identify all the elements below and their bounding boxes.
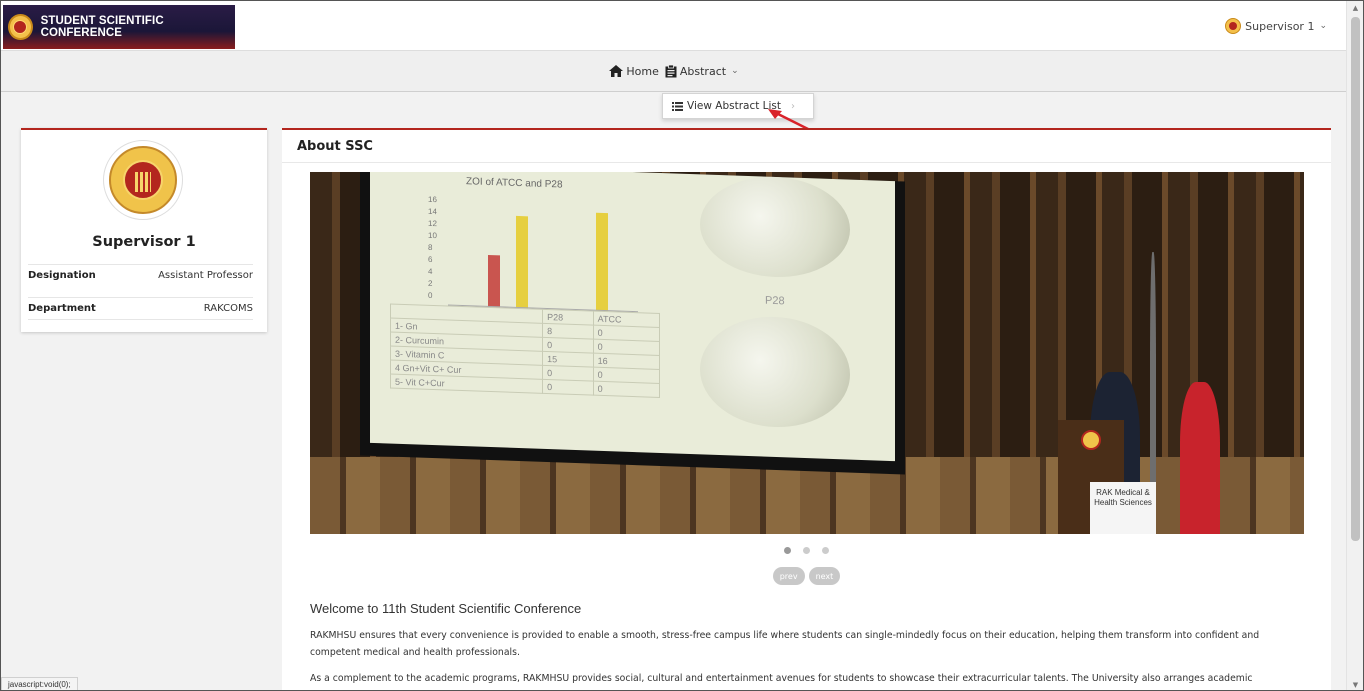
carousel-slide-image[interactable]: ZOI of ATCC and P28 16 14 12 10 8 6 4 2 …	[310, 172, 1304, 534]
y-tick: 8	[428, 242, 433, 253]
y-tick: 4	[428, 266, 433, 277]
profile-name: Supervisor 1	[92, 234, 196, 250]
scroll-up-icon[interactable]: ▲	[1347, 1, 1363, 15]
user-name: Supervisor 1	[1245, 19, 1315, 33]
petri-label: P28	[765, 294, 785, 308]
browser-viewport: STUDENT SCIENTIFIC CONFERENCE Supervisor…	[0, 0, 1364, 691]
profile-row-designation: Designation Assistant Professor	[28, 264, 253, 286]
brand[interactable]: STUDENT SCIENTIFIC CONFERENCE	[3, 5, 235, 49]
projector-screen: ZOI of ATCC and P28 16 14 12 10 8 6 4 2 …	[370, 172, 895, 462]
university-seal-logo	[103, 140, 183, 220]
nav-home-label: Home	[626, 64, 659, 78]
profile-card: Supervisor 1 Designation Assistant Profe…	[21, 128, 267, 332]
profile-key: Designation	[28, 270, 96, 281]
carousel-pager: prev next	[282, 567, 1331, 585]
top-bar: STUDENT SCIENTIFIC CONFERENCE Supervisor…	[1, 1, 1347, 50]
nav-abstract-label: Abstract	[679, 64, 727, 78]
y-tick: 12	[428, 218, 437, 229]
panel-title: About SSC	[297, 139, 373, 154]
about-panel: About SSC ZOI of ATCC and P28 16 14 12 1…	[282, 128, 1331, 690]
status-bar: javascript:void(0);	[1, 677, 78, 690]
profile-value: Assistant Professor	[158, 270, 253, 281]
user-menu[interactable]: Supervisor 1 ⌄	[1225, 18, 1327, 34]
chart-bar-p28-gn	[488, 254, 500, 308]
podium-sign: RAK Medical & Health Sciences	[1090, 482, 1156, 534]
y-tick: 2	[428, 278, 433, 289]
welcome-heading: Welcome to 11th Student Scientific Confe…	[310, 601, 582, 616]
nav-home[interactable]: Home	[609, 64, 659, 78]
y-tick: 14	[428, 206, 437, 217]
list-icon	[672, 101, 683, 111]
prev-button[interactable]: prev	[772, 567, 805, 585]
profile-row-department: Department RAKCOMS	[28, 297, 253, 319]
y-tick: 6	[428, 254, 433, 265]
chart-bar-p28-vitc	[516, 215, 528, 309]
y-tick: 0	[428, 290, 433, 301]
petri-dish-image	[700, 314, 850, 430]
main-nav: Home Abstract ⌄	[1, 50, 1347, 92]
brand-title: STUDENT SCIENTIFIC CONFERENCE	[40, 15, 164, 39]
paragraph: RAKMHSU ensures that every convenience i…	[310, 630, 1260, 658]
chevron-down-icon: ⌄	[1319, 21, 1327, 31]
slide-bar-chart: 16 14 12 10 8 6 4 2 0	[428, 195, 648, 313]
chart-bar-atcc-vitc	[596, 212, 608, 312]
carousel-indicators	[282, 547, 1331, 554]
profile-value: RAKCOMS	[203, 303, 253, 314]
slide-data-table: P28 ATCC 1- Gn 8 0 2- Curcumin 0 0 3- Vitamin…	[390, 304, 660, 398]
petri-dish-image	[700, 174, 850, 280]
university-logo	[8, 14, 33, 40]
scroll-down-icon[interactable]: ▼	[1347, 678, 1363, 690]
carousel-dot[interactable]	[803, 547, 810, 554]
nav-abstract[interactable]: Abstract ⌄	[665, 64, 739, 78]
paragraph: As a complement to the academic programs…	[310, 673, 1253, 684]
y-tick: 10	[428, 230, 437, 241]
y-tick: 16	[428, 194, 437, 205]
avatar	[1225, 18, 1242, 34]
profile-key: Department	[28, 303, 96, 314]
scroll-thumb[interactable]	[1351, 17, 1360, 541]
home-icon	[609, 65, 624, 77]
carousel-dot[interactable]	[784, 547, 791, 554]
menu-item-view-abstract-list[interactable]: View Abstract List	[672, 100, 781, 112]
chevron-down-icon: ⌄	[731, 66, 739, 76]
attendee-figure	[1180, 382, 1220, 534]
next-button[interactable]: next	[808, 567, 841, 585]
page-scrollbar[interactable]: ▲ ▼	[1346, 1, 1363, 690]
carousel-dot[interactable]	[822, 547, 829, 554]
clipboard-icon	[665, 64, 677, 77]
slide-chart-title: ZOI of ATCC and P28	[466, 176, 563, 191]
